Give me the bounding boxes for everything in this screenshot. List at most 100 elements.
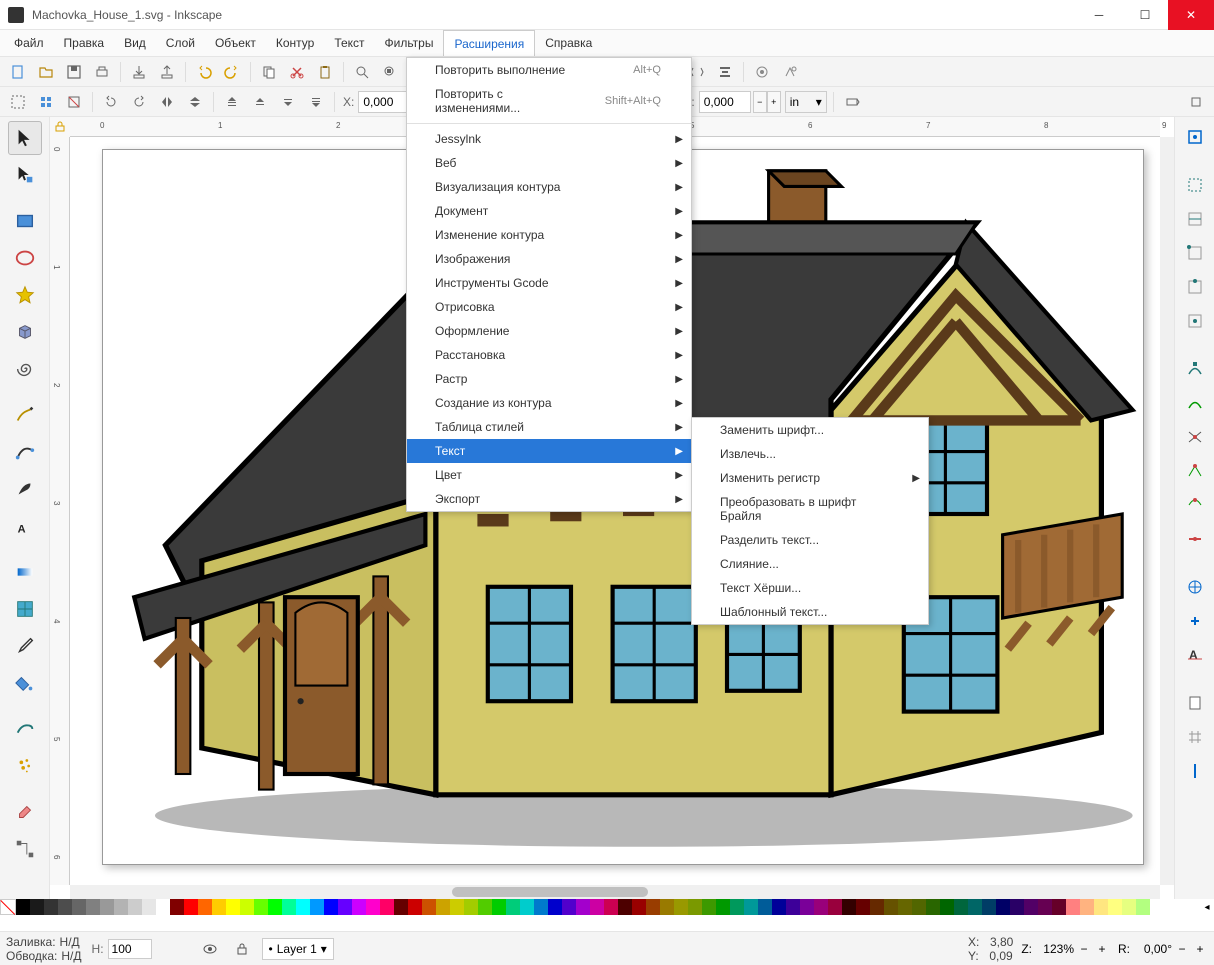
layer-visible-icon[interactable] (198, 937, 222, 961)
menu-item[interactable]: Разделить текст... (692, 528, 928, 552)
copy-icon[interactable] (257, 60, 281, 84)
menu-item[interactable]: Визуализация контура▶ (407, 175, 691, 199)
select-all-icon[interactable] (34, 90, 58, 114)
snap-line-midpoint-icon[interactable] (1181, 525, 1209, 553)
snap-grid-icon[interactable] (1181, 723, 1209, 751)
cut-icon[interactable] (285, 60, 309, 84)
color-swatch[interactable] (436, 899, 450, 915)
menu-item[interactable]: Таблица стилей▶ (407, 415, 691, 439)
zoom-fit-icon[interactable] (350, 60, 374, 84)
snap-smooth-icon[interactable] (1181, 491, 1209, 519)
mesh-tool[interactable] (8, 592, 42, 626)
maximize-button[interactable]: ☐ (1122, 0, 1168, 30)
color-swatch[interactable] (534, 899, 548, 915)
color-swatch[interactable] (212, 899, 226, 915)
menu-item[interactable]: Преобразовать в шрифт Брайля (692, 490, 928, 528)
print-icon[interactable] (90, 60, 114, 84)
menu-item[interactable]: Цвет▶ (407, 463, 691, 487)
menu-справка[interactable]: Справка (535, 30, 602, 56)
menu-файл[interactable]: Файл (4, 30, 54, 56)
menu-слой[interactable]: Слой (156, 30, 205, 56)
color-swatch[interactable] (380, 899, 394, 915)
close-button[interactable]: ✕ (1168, 0, 1214, 30)
menu-item[interactable]: Заменить шрифт... (692, 418, 928, 442)
color-swatch[interactable] (730, 899, 744, 915)
snap-text-baseline-icon[interactable]: A (1181, 641, 1209, 669)
flip-h-icon[interactable] (155, 90, 179, 114)
ruler-corner[interactable] (50, 117, 70, 137)
color-swatch[interactable] (156, 899, 170, 915)
export-icon[interactable] (155, 60, 179, 84)
redo-icon[interactable] (220, 60, 244, 84)
lower-bottom-icon[interactable] (304, 90, 328, 114)
scrollbar-horizontal[interactable] (70, 885, 1160, 899)
menu-фильтры[interactable]: Фильтры (375, 30, 444, 56)
snap-enable-icon[interactable] (1181, 123, 1209, 151)
color-swatch[interactable] (884, 899, 898, 915)
color-swatch[interactable] (1108, 899, 1122, 915)
paste-icon[interactable] (313, 60, 337, 84)
color-swatch[interactable] (828, 899, 842, 915)
menu-item[interactable]: Изменение контура▶ (407, 223, 691, 247)
ruler-vertical[interactable]: 0123456 (50, 137, 70, 885)
color-swatch[interactable] (800, 899, 814, 915)
color-swatch[interactable] (968, 899, 982, 915)
color-swatch[interactable] (996, 899, 1010, 915)
snap-bbox-center-icon[interactable] (1181, 307, 1209, 335)
color-swatch[interactable] (184, 899, 198, 915)
snap-rotation-center-icon[interactable] (1181, 607, 1209, 635)
menu-объект[interactable]: Объект (205, 30, 266, 56)
color-swatch[interactable] (198, 899, 212, 915)
layer-lock-icon[interactable] (230, 937, 254, 961)
color-swatch[interactable] (170, 899, 184, 915)
color-swatch[interactable] (1080, 899, 1094, 915)
menu-item[interactable]: Текст▶ (407, 439, 691, 463)
menu-item[interactable]: Создание из контура▶ (407, 391, 691, 415)
color-swatch[interactable] (478, 899, 492, 915)
color-swatch[interactable] (366, 899, 380, 915)
spiral-tool[interactable] (8, 352, 42, 386)
opacity-input[interactable] (108, 939, 152, 959)
color-swatch[interactable] (926, 899, 940, 915)
new-icon[interactable] (6, 60, 30, 84)
menu-расширения[interactable]: Расширения (443, 30, 535, 56)
paintbucket-tool[interactable] (8, 666, 42, 700)
color-swatch[interactable] (646, 899, 660, 915)
fill-stroke-indicator[interactable]: Заливка: Н/Д Обводка: Н/Д (6, 935, 82, 963)
color-swatch[interactable] (814, 899, 828, 915)
rect-tool[interactable] (8, 204, 42, 238)
rotate-cw-icon[interactable] (127, 90, 151, 114)
color-swatch[interactable] (282, 899, 296, 915)
flip-v-icon[interactable] (183, 90, 207, 114)
color-swatch[interactable] (44, 899, 58, 915)
menu-вид[interactable]: Вид (114, 30, 156, 56)
no-color-swatch[interactable] (0, 899, 16, 915)
menu-правка[interactable]: Правка (54, 30, 115, 56)
h-plus-button[interactable]: + (767, 91, 781, 113)
lower-icon[interactable] (276, 90, 300, 114)
snap-bbox-icon[interactable] (1181, 171, 1209, 199)
color-swatch[interactable] (1024, 899, 1038, 915)
deselect-icon[interactable] (62, 90, 86, 114)
color-swatch[interactable] (450, 899, 464, 915)
prefs-icon[interactable] (750, 60, 774, 84)
color-swatch[interactable] (590, 899, 604, 915)
color-swatch[interactable] (30, 899, 44, 915)
color-swatch[interactable] (506, 899, 520, 915)
color-swatch[interactable] (142, 899, 156, 915)
menu-item[interactable]: Извлечь... (692, 442, 928, 466)
palette-menu-button[interactable]: ◂ (1200, 899, 1214, 915)
color-swatch[interactable] (338, 899, 352, 915)
color-swatch[interactable] (464, 899, 478, 915)
color-swatch[interactable] (856, 899, 870, 915)
color-swatch[interactable] (58, 899, 72, 915)
snap-node-icon[interactable] (1181, 355, 1209, 383)
raise-top-icon[interactable] (220, 90, 244, 114)
color-swatch[interactable] (394, 899, 408, 915)
rotate-ccw-icon[interactable] (99, 90, 123, 114)
scrollbar-thumb[interactable] (452, 887, 648, 897)
snap-object-center-icon[interactable] (1181, 573, 1209, 601)
menu-item[interactable]: Изображения▶ (407, 247, 691, 271)
snap-separator-icon[interactable] (1184, 90, 1208, 114)
snap-guide-icon[interactable] (1181, 757, 1209, 785)
